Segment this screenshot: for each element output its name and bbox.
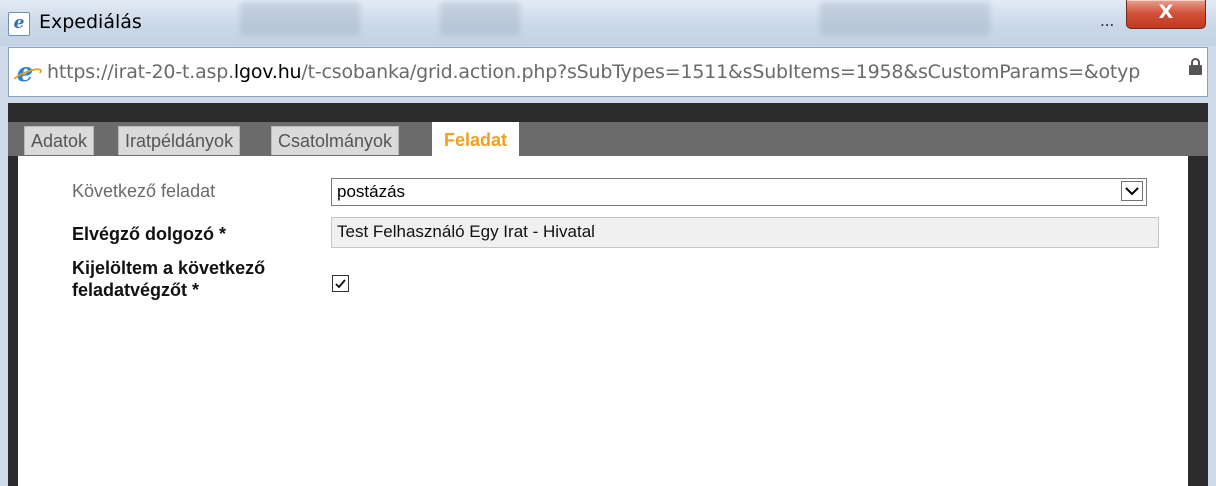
check-icon [335, 279, 346, 289]
tab-adatok[interactable]: Adatok [24, 126, 95, 155]
window-title: Expediálás [39, 11, 142, 33]
assigned-label-line2: feladatvégzőt * [72, 280, 200, 300]
chevron-down-icon[interactable] [1121, 181, 1143, 201]
assigned-checkbox[interactable] [332, 275, 349, 292]
tab-iratpeldanyok[interactable]: Iratpéldányok [118, 126, 241, 155]
tab-feladat[interactable]: Feladat [432, 122, 520, 156]
tab-strip: Adatok Iratpéldányok Csatolmányok Felada… [8, 122, 1208, 156]
internet-explorer-icon: e [12, 60, 38, 87]
address-bar[interactable]: e https://irat-20-t.asp.lgov.hu/t-csoban… [8, 47, 1208, 97]
internet-explorer-icon: e [8, 12, 30, 36]
assigned-label-line1: Kijelöltem a következő [72, 258, 266, 278]
background-blur [440, 2, 520, 36]
close-button[interactable]: X [1126, 0, 1206, 29]
url-text[interactable]: https://irat-20-t.asp.lgov.hu/t-csobanka… [47, 61, 1177, 83]
background-blur [820, 2, 990, 36]
url-path: /t-csobanka/grid.action.php?sSubTypes=15… [301, 61, 1141, 83]
next-task-label: Következő feladat [72, 181, 216, 201]
next-task-select[interactable]: postázás [331, 178, 1147, 206]
worker-label: Elvégző dolgozó * [72, 224, 227, 244]
url-prefix: https://irat-20-t.asp. [47, 61, 234, 83]
dialog-frame: Adatok Iratpéldányok Csatolmányok Felada… [8, 103, 1208, 486]
lock-icon[interactable] [1189, 58, 1202, 75]
url-domain: lgov.hu [233, 61, 302, 83]
tab-csatolmanyok[interactable]: Csatolmányok [271, 126, 400, 155]
next-task-value: postázás [337, 182, 406, 201]
worker-field[interactable]: Test Felhasználó Egy Irat - Hivatal [331, 217, 1159, 248]
background-blur [240, 2, 360, 36]
ellipsis: ... [1100, 12, 1115, 30]
feladat-panel: Következő feladat postázás Elvégző dolgo… [18, 156, 1188, 486]
window-title-bar: e Expediálás ... X [0, 0, 1216, 46]
